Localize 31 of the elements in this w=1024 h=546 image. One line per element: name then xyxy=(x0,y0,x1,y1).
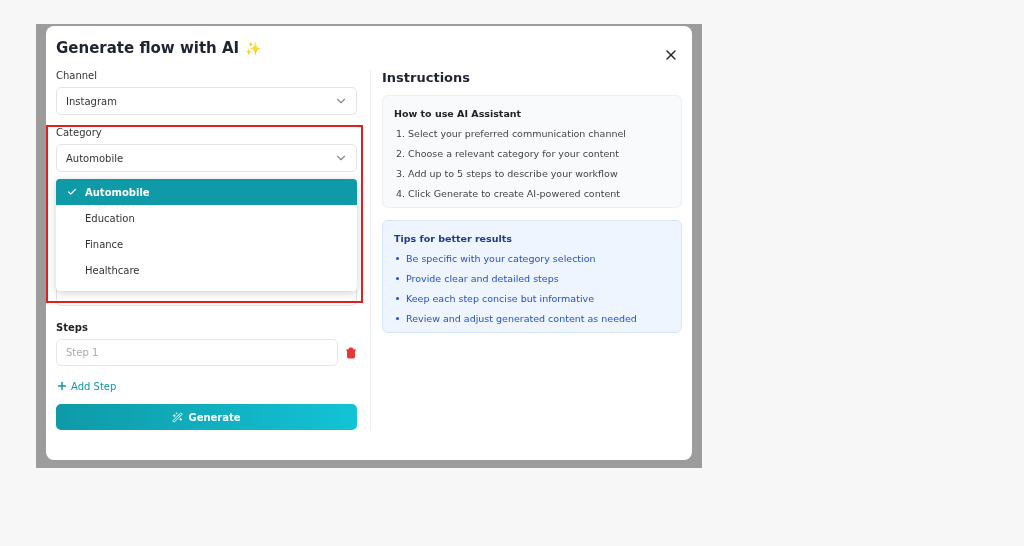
plus-icon xyxy=(56,380,68,392)
dropdown-option[interactable]: Education xyxy=(56,205,357,231)
dropdown-option[interactable]: Healthcare xyxy=(56,257,357,283)
category-select[interactable]: Automobile xyxy=(56,144,357,172)
bullet-dot xyxy=(396,296,399,300)
add-step-button[interactable]: Add Step xyxy=(56,380,117,392)
magic-wand-icon xyxy=(172,411,184,423)
instructions-title: Instructions xyxy=(382,70,471,85)
field-label: Channel xyxy=(56,70,99,81)
steps-label: Steps xyxy=(56,322,89,333)
channel-select[interactable]: Instagram xyxy=(56,87,357,115)
bullet-dot xyxy=(396,316,399,320)
tip-text: Provide clear and detailed steps xyxy=(406,272,559,284)
field-label: Category xyxy=(56,127,103,138)
sparkles-emoji: ✨ xyxy=(245,40,262,56)
instruction-step: 4. Click Generate to create AI-powered content xyxy=(394,183,670,203)
tip-text: Keep each step concise but informative xyxy=(406,292,594,304)
tip-text: Be specific with your category selection xyxy=(406,252,596,264)
instruction-step: 2. Choose a relevant category for your content xyxy=(394,143,670,163)
trash-icon[interactable] xyxy=(345,346,357,359)
dialog-title: Generate flow with AI xyxy=(56,39,240,57)
tip-text: Review and adjust generated content as needed xyxy=(406,312,637,324)
step-input[interactable]: Step 1 xyxy=(56,339,338,366)
bullet-dot xyxy=(396,276,399,280)
check-icon xyxy=(67,187,77,197)
bullet-dot xyxy=(396,256,399,260)
instruction-step: 3. Add up to 5 steps to describe your workflow xyxy=(394,163,670,183)
instruction-step: 1. Select your preferred communication channel xyxy=(394,123,670,143)
card-title: How to use AI Assistant xyxy=(394,108,523,119)
dropdown-option[interactable]: Finance xyxy=(56,231,357,257)
card-title: Tips for better results xyxy=(394,233,513,244)
